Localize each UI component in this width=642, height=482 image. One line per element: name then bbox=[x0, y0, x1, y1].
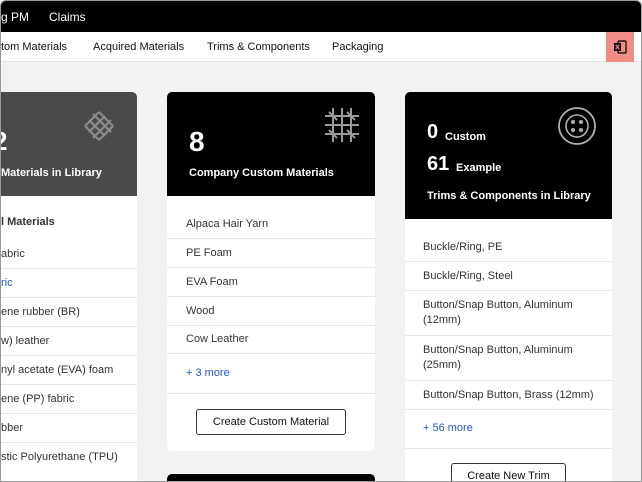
custom-materials-count: 8 bbox=[189, 126, 205, 157]
materials-library-card: 2 Materials in Library l Materials abric… bbox=[1, 92, 137, 481]
list-item[interactable]: ene (PP) fabric bbox=[1, 385, 137, 414]
card-divider bbox=[405, 448, 612, 449]
list-item[interactable]: ene rubber (BR) bbox=[1, 298, 137, 327]
show-more-trims-link[interactable]: + 56 more bbox=[423, 422, 473, 434]
create-new-trim-button[interactable]: Create New Trim bbox=[451, 463, 566, 481]
custom-materials-subtitle: Company Custom Materials bbox=[189, 167, 334, 179]
next-card-header bbox=[167, 474, 375, 481]
list-item[interactable]: Button/Snap Button, Brass (12mm) bbox=[405, 381, 612, 410]
list-item[interactable]: Cow Leather bbox=[167, 326, 375, 354]
trims-components-card: 0 Custom 61 Example Trims & Components i… bbox=[405, 92, 612, 481]
list-item[interactable]: w) leather bbox=[1, 327, 137, 356]
list-item[interactable]: Wood bbox=[167, 297, 375, 326]
custom-materials-header: 8 Company Custom Materials bbox=[167, 92, 375, 196]
grid-weave-icon bbox=[325, 108, 359, 142]
sub-nav: tom Materials Acquired Materials Trims &… bbox=[1, 32, 641, 62]
list-item[interactable]: abric bbox=[1, 240, 137, 269]
list-item[interactable]: Button/Snap Button, Aluminum (12mm) bbox=[405, 291, 612, 336]
custom-trims-label: Custom bbox=[445, 131, 486, 143]
materials-library-count: 2 bbox=[1, 126, 7, 157]
custom-materials-card: 8 Company Custom Materials Alpaca Hair Y… bbox=[167, 92, 375, 451]
create-custom-material-button[interactable]: Create Custom Material bbox=[196, 409, 346, 435]
list-item[interactable]: Buckle/Ring, PE bbox=[405, 233, 612, 262]
top-nav: g PM Claims bbox=[1, 1, 641, 32]
materials-library-header: 2 Materials in Library bbox=[1, 92, 137, 196]
fabric-weave-icon bbox=[84, 111, 114, 141]
custom-trims-count: 0 bbox=[427, 121, 439, 143]
excel-export-button[interactable] bbox=[606, 32, 634, 62]
tab-custom-materials[interactable]: tom Materials bbox=[1, 41, 67, 53]
trims-components-header: 0 Custom 61 Example Trims & Components i… bbox=[405, 92, 612, 219]
excel-icon bbox=[614, 40, 627, 54]
show-more-materials-link[interactable]: + 3 more bbox=[186, 367, 230, 379]
example-trims-count: 61 bbox=[427, 153, 450, 175]
tab-trims-components[interactable]: Trims & Components bbox=[207, 41, 310, 53]
list-item[interactable]: PE Foam bbox=[167, 239, 375, 268]
list-item[interactable]: stic Polyurethane (TPU) bbox=[1, 443, 137, 472]
top-nav-item-pm[interactable]: g PM bbox=[1, 10, 29, 24]
list-item[interactable]: bber bbox=[1, 414, 137, 443]
materials-section-title: l Materials bbox=[1, 216, 55, 228]
materials-library-subtitle: Materials in Library bbox=[1, 167, 102, 179]
tab-acquired-materials[interactable]: Acquired Materials bbox=[93, 41, 184, 53]
list-item[interactable]: nyl acetate (EVA) foam bbox=[1, 356, 137, 385]
top-nav-item-claims[interactable]: Claims bbox=[49, 10, 86, 24]
list-item[interactable]: EVA Foam bbox=[167, 268, 375, 297]
list-item[interactable]: Alpaca Hair Yarn bbox=[167, 210, 375, 239]
trims-components-subtitle: Trims & Components in Library bbox=[427, 190, 591, 202]
tab-packaging[interactable]: Packaging bbox=[332, 41, 383, 53]
list-item[interactable]: Buckle/Ring, Steel bbox=[405, 262, 612, 291]
app-window: g PM Claims tom Materials Acquired Mater… bbox=[0, 0, 642, 482]
card-divider bbox=[167, 393, 375, 394]
list-item[interactable]: ric bbox=[1, 269, 137, 298]
button-icon bbox=[558, 107, 596, 145]
list-item[interactable]: Button/Snap Button, Aluminum (25mm) bbox=[405, 336, 612, 381]
example-trims-label: Example bbox=[456, 162, 502, 174]
